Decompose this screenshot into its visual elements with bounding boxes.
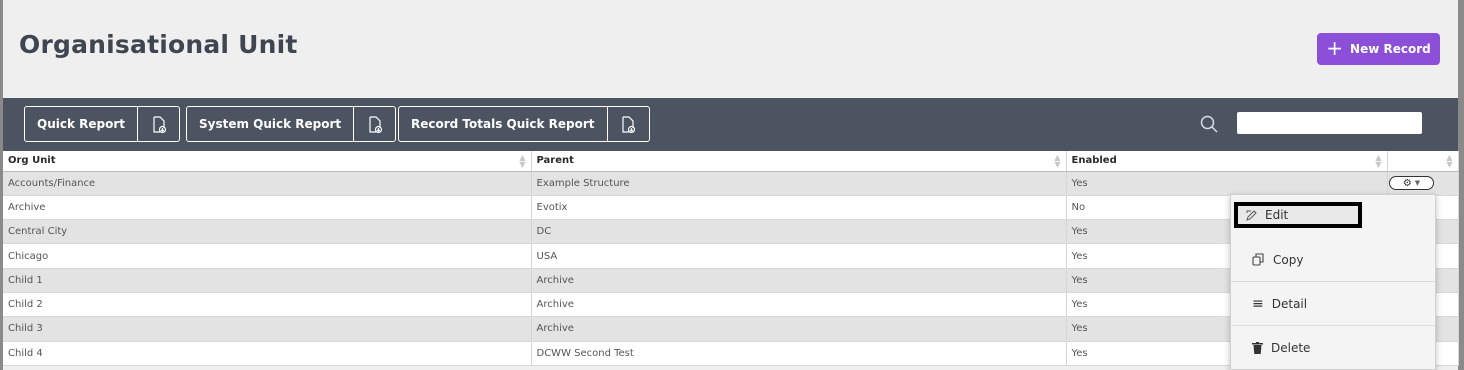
- trash-icon: [1252, 342, 1263, 354]
- row-actions-menu: Edit Copy ≡ Detail Delete: [1230, 194, 1436, 370]
- cell-parent: Example Structure: [531, 171, 1067, 196]
- sort-icon: ▲ ▼: [519, 153, 526, 169]
- plus-icon: +: [1326, 36, 1344, 60]
- new-record-button[interactable]: + New Record: [1317, 33, 1440, 65]
- cell-org-unit: Child 3: [3, 316, 532, 342]
- cell-org-unit: Chicago: [3, 243, 532, 269]
- system-quick-report-button[interactable]: System Quick Report: [186, 106, 397, 142]
- system-quick-report-download-button[interactable]: [353, 107, 395, 141]
- cell-parent: DC: [531, 219, 1067, 245]
- search-icon[interactable]: [1198, 113, 1220, 135]
- cell-org-unit: Child 2: [3, 292, 532, 318]
- new-record-label: New Record: [1350, 42, 1431, 56]
- column-header-actions: ▲ ▼: [1387, 151, 1459, 172]
- file-download-icon: [369, 115, 382, 133]
- cell-parent: DCWW Second Test: [531, 341, 1067, 366]
- record-totals-quick-report-download-button[interactable]: [606, 107, 649, 141]
- cell-org-unit: Child 4: [3, 341, 532, 366]
- cell-parent: Evotix: [531, 195, 1067, 221]
- window-frame-right: [1458, 0, 1464, 370]
- list-icon: ≡: [1252, 295, 1264, 312]
- cell-parent: Archive: [531, 268, 1067, 293]
- system-quick-report-label: System Quick Report: [199, 117, 342, 131]
- chevron-down-icon: ▼: [1414, 179, 1421, 187]
- sort-icon: ▲ ▼: [1446, 153, 1453, 169]
- menu-item-label: Detail: [1271, 296, 1308, 311]
- menu-item-delete[interactable]: Delete: [1231, 326, 1435, 370]
- pencil-icon: [1246, 209, 1257, 221]
- sort-icon: ▲ ▼: [1054, 153, 1061, 169]
- menu-item-label: Copy: [1273, 252, 1304, 267]
- column-header-org-unit[interactable]: Org Unit ▲ ▼: [3, 151, 532, 172]
- record-totals-quick-report-label: Record Totals Quick Report: [411, 117, 595, 131]
- column-header-parent[interactable]: Parent ▲ ▼: [531, 151, 1067, 172]
- cell-enabled: Yes: [1066, 171, 1388, 196]
- menu-item-edit[interactable]: Edit: [1234, 202, 1362, 228]
- menu-item-label: Edit: [1265, 208, 1289, 222]
- cell-parent: Archive: [531, 292, 1067, 318]
- cell-org-unit: Central City: [3, 219, 532, 245]
- cell-org-unit: Archive: [3, 195, 532, 221]
- menu-item-label: Delete: [1271, 341, 1311, 355]
- quick-report-button[interactable]: Quick Report: [24, 106, 180, 142]
- page-title: Organisational Unit: [19, 30, 298, 59]
- gear-icon: ⚙: [1402, 177, 1412, 189]
- menu-item-detail[interactable]: ≡ Detail: [1231, 282, 1435, 326]
- copy-icon: [1252, 253, 1264, 266]
- report-toolbar: Quick Report System Quick Report Record …: [3, 98, 1458, 151]
- table-header-row: Org Unit ▲ ▼ Parent ▲ ▼ Enabled ▲ ▼ ▲ ▼: [3, 151, 1459, 172]
- sort-icon: ▲ ▼: [1375, 153, 1382, 169]
- search-input[interactable]: [1237, 112, 1422, 134]
- menu-item-copy[interactable]: Copy: [1231, 238, 1435, 282]
- record-totals-quick-report-button[interactable]: Record Totals Quick Report: [398, 106, 650, 142]
- column-header-enabled[interactable]: Enabled ▲ ▼: [1066, 151, 1388, 172]
- file-download-icon: [152, 115, 166, 133]
- cell-org-unit: Child 1: [3, 268, 532, 293]
- cell-org-unit: Accounts/Finance: [3, 171, 532, 196]
- row-actions-button[interactable]: ⚙ ▼: [1389, 176, 1434, 190]
- cell-parent: Archive: [531, 316, 1067, 342]
- cell-parent: USA: [531, 243, 1067, 269]
- table-row[interactable]: Accounts/Finance Example Structure Yes: [3, 171, 1459, 196]
- quick-report-download-button[interactable]: [137, 107, 179, 141]
- file-download-icon: [622, 115, 636, 133]
- quick-report-label: Quick Report: [37, 117, 125, 131]
